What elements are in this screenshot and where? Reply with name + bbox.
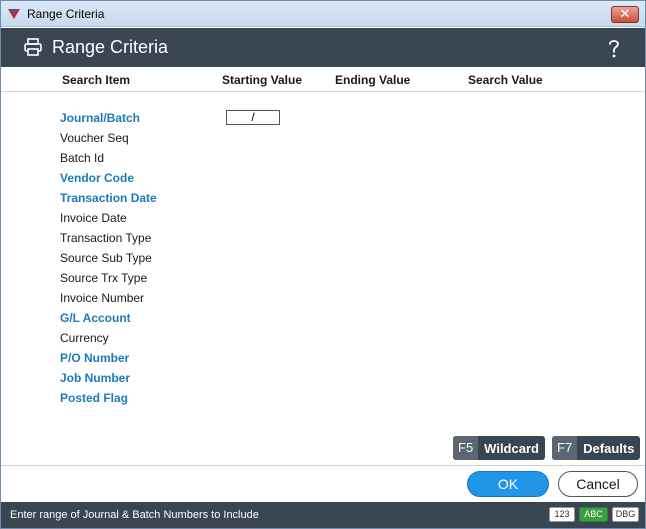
dialog-title: Range Criteria [52, 37, 169, 57]
column-search-item: Search Item [62, 73, 131, 87]
cancel-button[interactable]: Cancel [558, 471, 638, 497]
search-item-row[interactable]: Source Trx Type [60, 268, 157, 288]
dialog-header: Range Criteria [1, 28, 645, 67]
f5-key-label: F5 [453, 436, 479, 460]
search-item-row[interactable]: Journal/Batch [60, 108, 157, 128]
printer-icon[interactable] [23, 37, 43, 57]
abc-mode-badge: ABC [579, 507, 608, 522]
search-item-row[interactable]: P/O Number [60, 348, 157, 368]
journal-batch-start-input[interactable]: / [226, 110, 280, 125]
f7-key-label: F7 [552, 436, 578, 460]
search-item-row[interactable]: Invoice Date [60, 208, 157, 228]
close-button[interactable]: ✕ [611, 6, 639, 23]
search-item-row[interactable]: G/L Account [60, 308, 157, 328]
status-bar: Enter range of Journal & Batch Numbers t… [1, 502, 645, 528]
search-item-row[interactable]: Voucher Seq [60, 128, 157, 148]
numeric-mode-badge: 123 [549, 507, 575, 522]
app-logo-icon [8, 9, 20, 19]
search-item-row[interactable]: Source Sub Type [60, 248, 157, 268]
debug-mode-badge: DBG [612, 507, 639, 522]
column-starting-value: Starting Value [222, 73, 303, 87]
column-ending-value: Ending Value [335, 73, 411, 87]
ok-button[interactable]: OK [467, 471, 549, 497]
status-message: Enter range of Journal & Batch Numbers t… [10, 509, 259, 521]
search-item-row[interactable]: Vendor Code [60, 168, 157, 188]
defaults-button[interactable]: F7 Defaults [552, 436, 641, 460]
search-item-row[interactable]: Transaction Date [60, 188, 157, 208]
window-title: Range Criteria [27, 7, 105, 21]
defaults-label: Defaults [583, 440, 635, 456]
search-item-row[interactable]: Invoice Number [60, 288, 157, 308]
wildcard-label: Wildcard [484, 440, 539, 456]
search-item-row[interactable]: Batch Id [60, 148, 157, 168]
search-item-row[interactable]: Job Number [60, 368, 157, 388]
column-header-row: Search Item Starting Value Ending Value … [1, 67, 645, 92]
search-item-row[interactable]: Transaction Type [60, 228, 157, 248]
footer-divider [1, 465, 645, 466]
search-item-row[interactable]: Currency [60, 328, 157, 348]
search-item-list: Journal/Batch Voucher Seq Batch Id Vendor C… [60, 108, 157, 408]
title-bar: Range Criteria ✕ [1, 1, 645, 27]
search-item-row[interactable]: Posted Flag [60, 388, 157, 408]
help-icon[interactable] [605, 37, 623, 59]
column-search-value: Search Value [468, 73, 543, 87]
wildcard-button[interactable]: F5 Wildcard [453, 436, 545, 460]
range-criteria-window: Range Criteria ✕ Range Criteria Search I… [0, 0, 646, 529]
